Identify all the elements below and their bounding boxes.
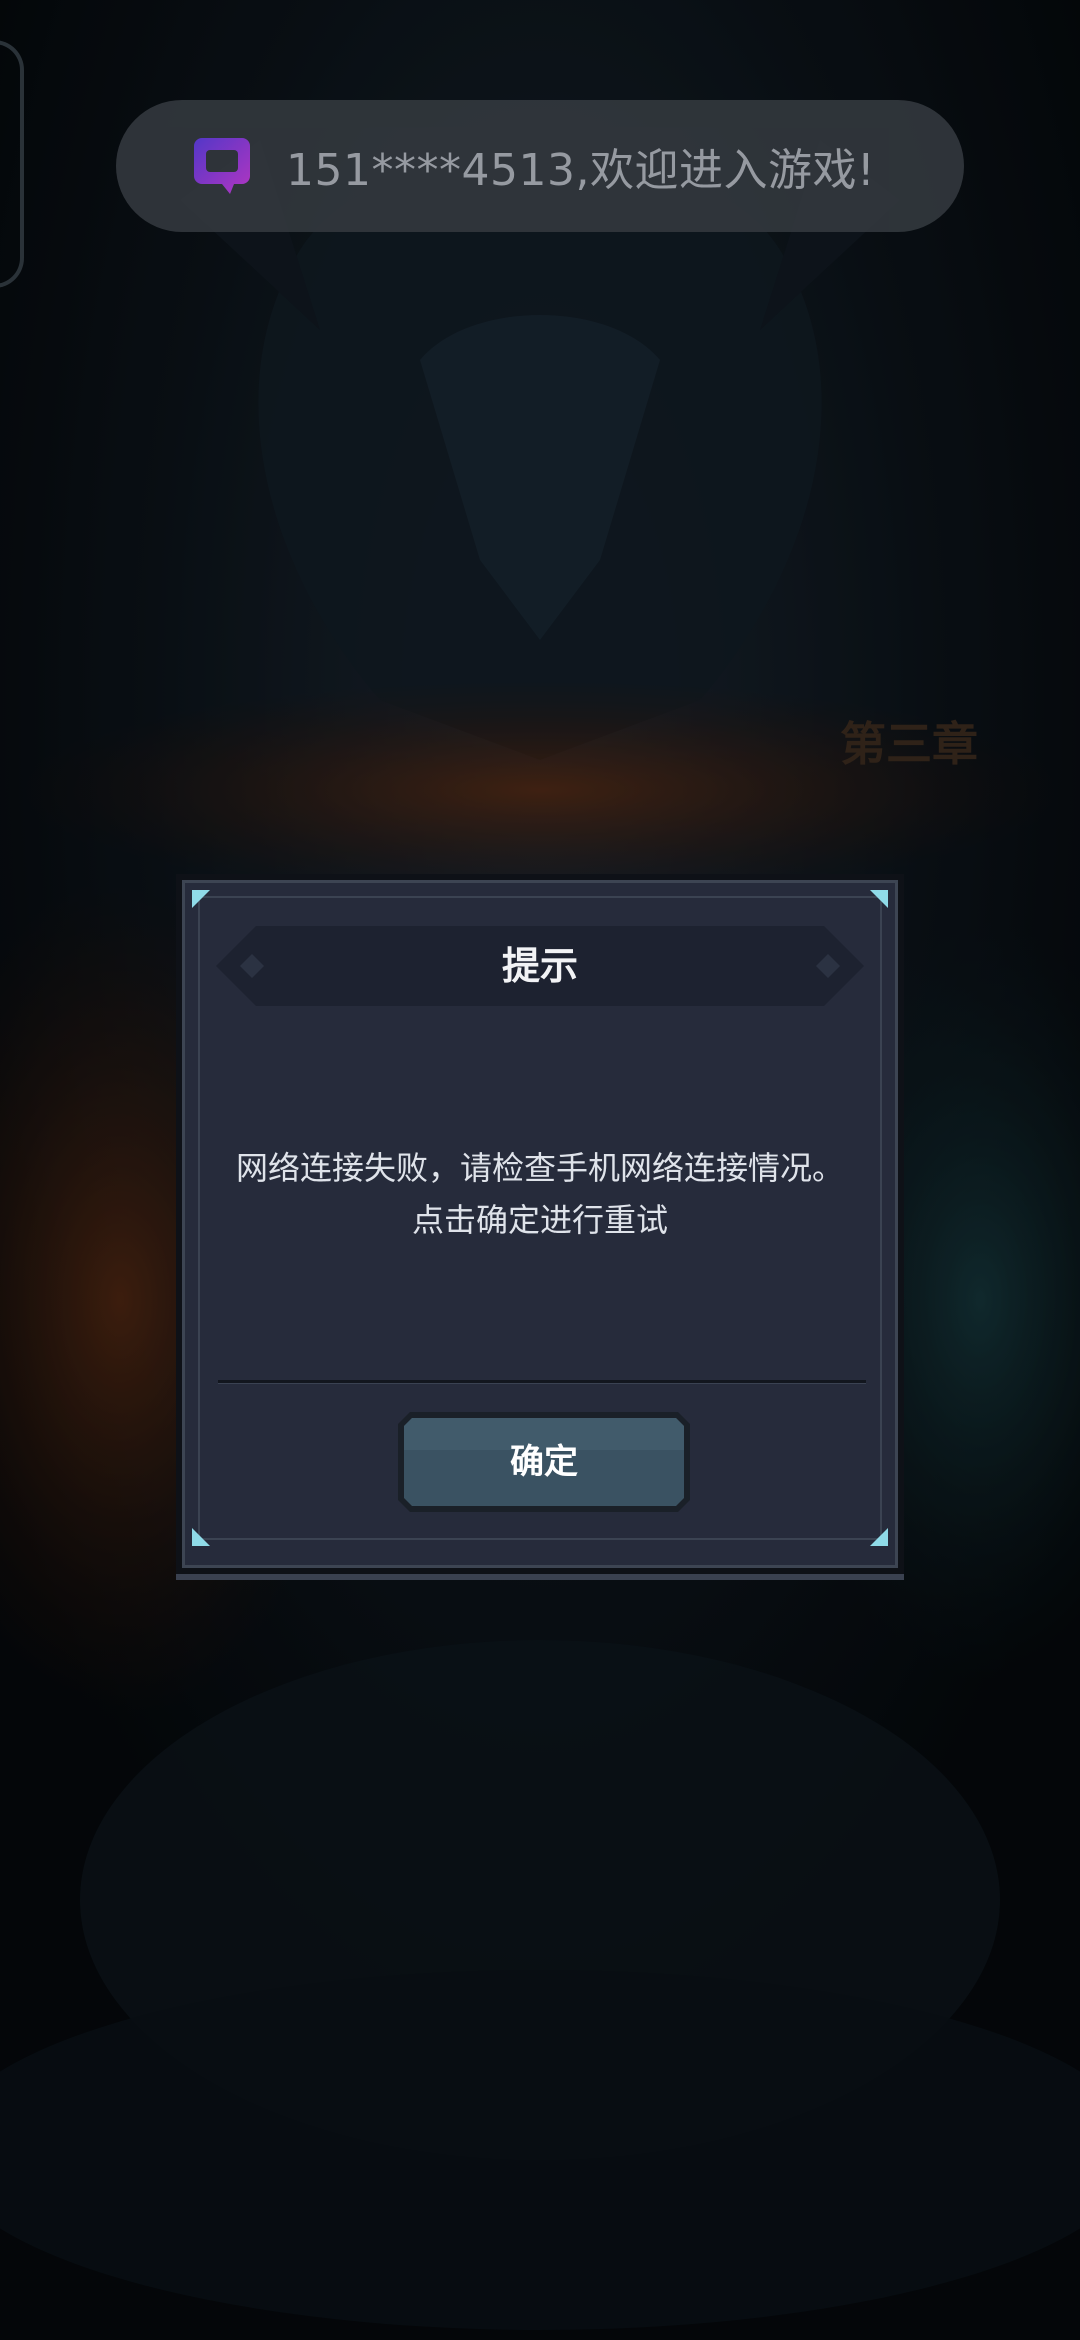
- q-logo-icon: [194, 138, 250, 194]
- left-edge-frame: [0, 40, 24, 288]
- message-line: 网络连接失败，请检查手机网络连接情况。: [235, 1149, 844, 1187]
- corner-accent-icon: [870, 890, 888, 908]
- welcome-toast: 151****4513,欢迎进入游戏!: [116, 100, 964, 232]
- corner-accent-icon: [192, 1528, 210, 1546]
- dialog-message: 网络连接失败，请检查手机网络连接情况。 点击确定进行重试: [202, 1142, 878, 1246]
- corner-accent-icon: [870, 1528, 888, 1546]
- confirm-button[interactable]: 确定: [396, 1410, 692, 1514]
- dialog-title-bar: 提示: [216, 926, 864, 1006]
- message-line: 点击确定进行重试: [411, 1201, 668, 1239]
- confirm-button-label: 确定: [510, 1442, 578, 1482]
- dialog-divider: [218, 1380, 866, 1384]
- corner-accent-icon: [192, 890, 210, 908]
- game-screen: 第三章 151****4513,欢迎进入游戏! 提示 网络连接失败，请检查手机网…: [0, 0, 1080, 2340]
- welcome-message: 151****4513,欢迎进入游戏!: [286, 145, 876, 196]
- dialog-title: 提示: [501, 944, 578, 988]
- prompt-dialog: 提示 网络连接失败，请检查手机网络连接情况。 点击确定进行重试 确定: [176, 874, 904, 1574]
